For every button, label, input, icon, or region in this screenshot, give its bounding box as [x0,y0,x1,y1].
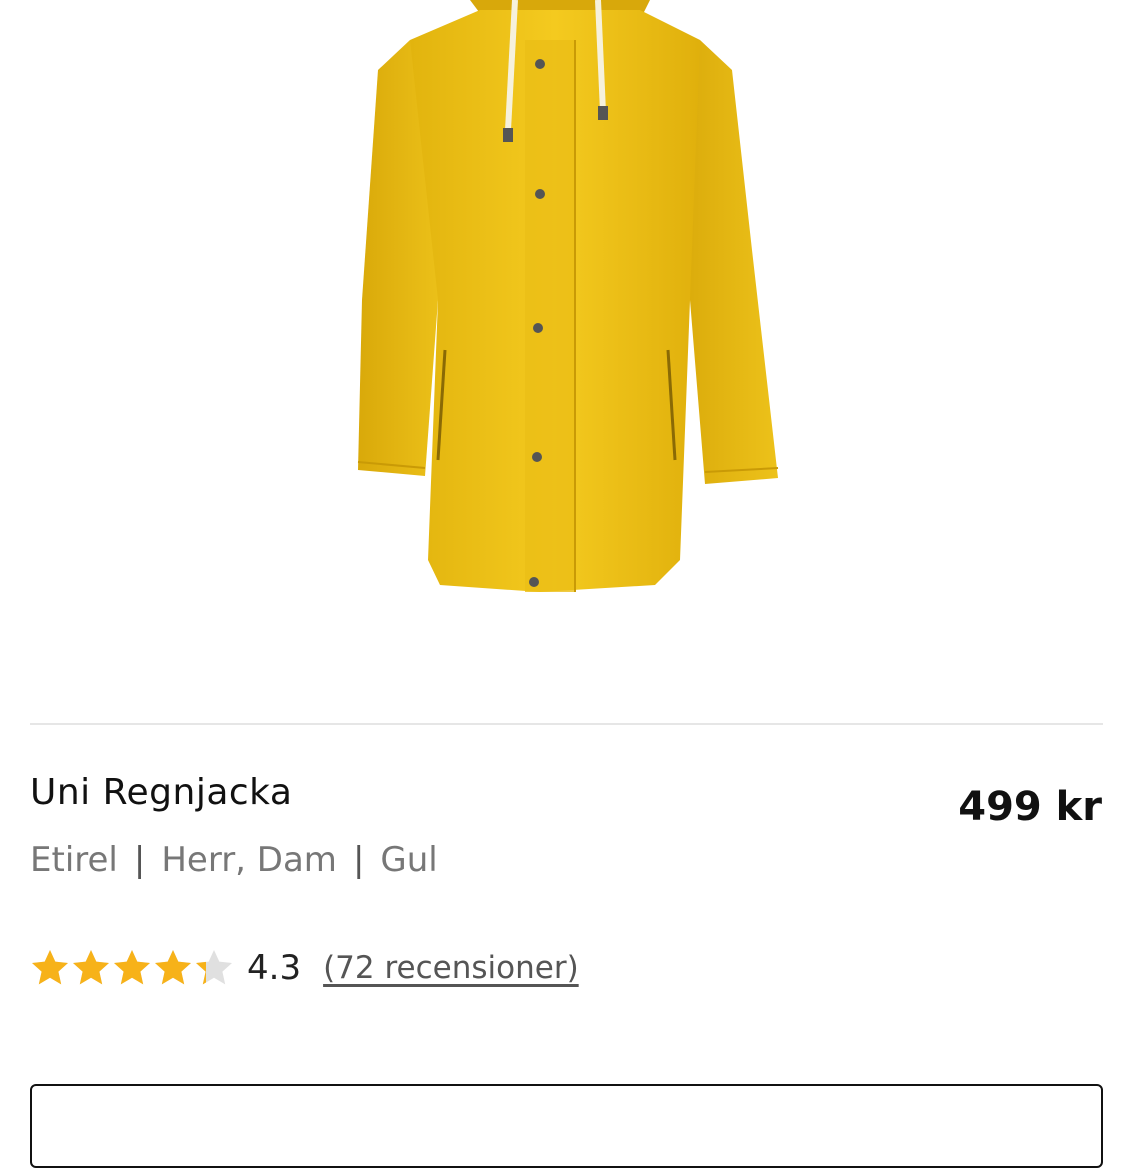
yellow-raincoat-image [357,0,779,592]
reviews-link[interactable]: (72 recensioner) [323,950,579,986]
star-icon [32,950,68,985]
gender-label: Herr, Dam [161,840,337,880]
divider [30,723,1103,725]
meta-separator: | [352,840,365,880]
star-rating [30,948,235,988]
star-icon [73,950,109,985]
star-icon [155,950,191,985]
star-icon [196,950,232,985]
product-price: 499 kr [958,784,1102,830]
color-label: Gul [380,840,438,880]
product-image[interactable] [0,0,1125,700]
product-meta: Etirel | Herr, Dam | Gul [30,840,438,880]
meta-separator: | [133,840,146,880]
rating-row: 4.3 (72 recensioner) [30,944,579,992]
brand-name[interactable]: Etirel [30,840,118,880]
rating-value: 4.3 [247,948,302,988]
star-icon [114,950,150,985]
size-select[interactable] [30,1084,1103,1168]
product-title: Uni Regnjacka [30,772,293,813]
